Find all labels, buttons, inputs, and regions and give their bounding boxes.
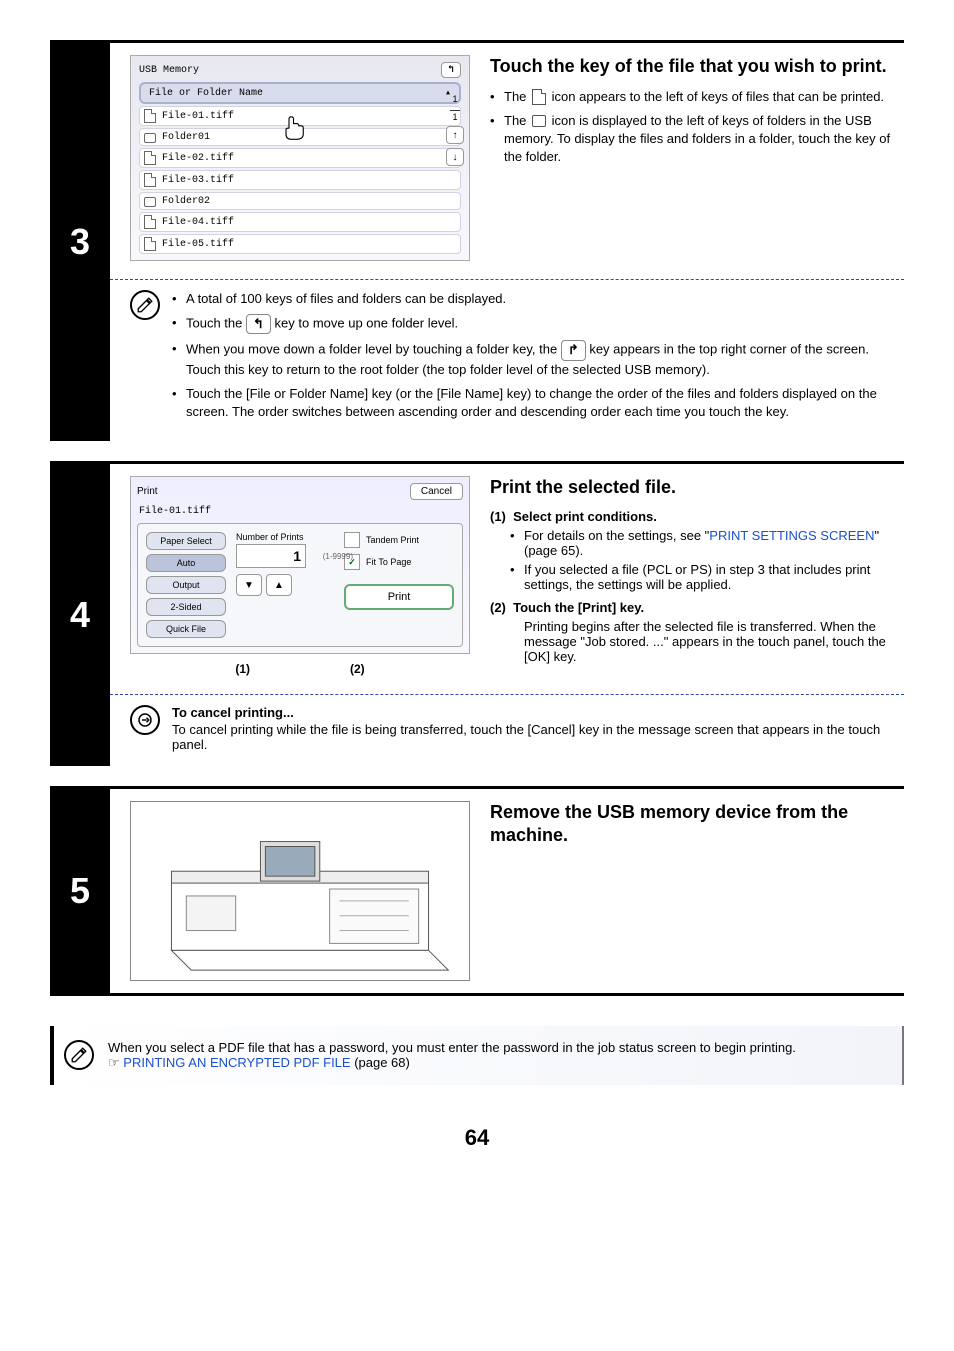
- document-icon: [144, 109, 156, 123]
- callout-1: (1): [235, 662, 250, 676]
- up-folder-key-icon: ↰: [246, 314, 271, 334]
- increment-button[interactable]: ▲: [266, 574, 292, 596]
- decrement-button[interactable]: ▼: [236, 574, 262, 596]
- paper-select-button[interactable]: Paper Select: [146, 532, 226, 550]
- usb-memory-screen: USB Memory ↰ File or Folder Name ▴ File-…: [130, 55, 470, 261]
- cancel-heading: To cancel printing...: [172, 705, 894, 720]
- step-4-row: 4 Print Cancel File-01.tiff Paper Select…: [50, 461, 904, 766]
- print-button[interactable]: Print: [344, 584, 454, 610]
- root-folder-key-icon: ↱: [561, 340, 586, 360]
- up-folder-button[interactable]: ↰: [441, 62, 461, 78]
- auto-indicator: Auto: [146, 554, 226, 572]
- step-number-4: 4: [50, 464, 110, 766]
- page-indicator-top: 1: [452, 94, 457, 104]
- encrypted-pdf-link[interactable]: PRINTING AN ENCRYPTED PDF FILE: [123, 1055, 350, 1070]
- step-3-row: 3 USB Memory ↰ File or Folder Name ▴ Fil…: [50, 40, 904, 441]
- tandem-print-label: Tandem Print: [366, 535, 419, 545]
- file-row[interactable]: File-04.tiff: [139, 212, 461, 232]
- file-header-bar[interactable]: File or Folder Name ▴: [139, 82, 461, 104]
- step4-cancel-note: To cancel printing... To cancel printing…: [110, 705, 904, 766]
- document-icon: [144, 173, 156, 187]
- step4-sub2: (2) Touch the [Print] key.: [490, 600, 894, 615]
- step4-sub1: (1) Select print conditions.: [490, 509, 894, 524]
- folder-icon: [144, 133, 156, 143]
- folder-icon: [144, 197, 156, 207]
- step3-bullet-2: The icon is displayed to the left of key…: [490, 112, 894, 167]
- step-number-3: 3: [50, 43, 110, 441]
- pencil-note-icon: [130, 290, 160, 320]
- quick-file-button[interactable]: Quick File: [146, 620, 226, 638]
- screen-title: USB Memory: [139, 65, 199, 76]
- print-settings-screen: Print Cancel File-01.tiff Paper Select A…: [130, 476, 470, 654]
- number-of-prints-value: 1 (1-9999): [236, 544, 306, 568]
- footer-line2: ☞ PRINTING AN ENCRYPTED PDF FILE (page 6…: [108, 1055, 886, 1071]
- two-sided-button[interactable]: 2-Sided: [146, 598, 226, 616]
- cancel-body: To cancel printing while the file is bei…: [172, 722, 894, 752]
- page-indicator-bottom: 1: [452, 112, 457, 122]
- machine-illustration: [130, 801, 470, 981]
- step3-note-1: A total of 100 keys of files and folders…: [172, 290, 894, 308]
- folder-row[interactable]: Folder01: [139, 128, 461, 146]
- number-range-label: (1-9999): [323, 552, 353, 561]
- folder-row[interactable]: Folder02: [139, 192, 461, 210]
- output-button[interactable]: Output: [146, 576, 226, 594]
- step3-note-4: Touch the [File or Folder Name] key (or …: [172, 385, 894, 421]
- document-icon: [144, 215, 156, 229]
- file-header-label: File or Folder Name: [149, 88, 445, 99]
- document-icon: [144, 151, 156, 165]
- callout-2: (2): [350, 662, 365, 676]
- tandem-print-checkbox[interactable]: [344, 532, 360, 548]
- step3-bullet-1: The icon appears to the left of keys of …: [490, 88, 894, 106]
- footer-note: When you select a PDF file that has a pa…: [50, 1026, 904, 1085]
- step-4-heading: Print the selected file.: [490, 476, 894, 499]
- page-number: 64: [50, 1125, 904, 1151]
- scroll-down-button[interactable]: ↓: [446, 148, 464, 166]
- file-row[interactable]: File-03.tiff: [139, 170, 461, 190]
- step-5-heading: Remove the USB memory device from the ma…: [490, 801, 894, 846]
- print-settings-link[interactable]: PRINT SETTINGS SCREEN: [709, 528, 874, 543]
- file-row[interactable]: File-02.tiff: [139, 148, 461, 168]
- step4-sub2-body: Printing begins after the selected file …: [490, 619, 894, 664]
- scroll-up-button[interactable]: ↑: [446, 126, 464, 144]
- dashed-separator: [110, 694, 904, 695]
- pointer-icon: ☞: [108, 1055, 120, 1070]
- print-filename: File-01.tiff: [137, 504, 463, 519]
- step-5-row: 5: [50, 786, 904, 996]
- document-icon: [144, 237, 156, 251]
- folder-icon: [532, 115, 546, 127]
- step4-sub1-bullet1: For details on the settings, see "PRINT …: [510, 528, 894, 558]
- print-screen-title: Print: [137, 486, 158, 497]
- document-icon: [532, 89, 546, 105]
- dashed-separator: [110, 279, 904, 280]
- step-number-5: 5: [50, 789, 110, 993]
- cancel-button[interactable]: Cancel: [410, 483, 463, 500]
- file-row[interactable]: File-01.tiff: [139, 106, 461, 126]
- file-row[interactable]: File-05.tiff: [139, 234, 461, 254]
- step-3-heading: Touch the key of the file that you wish …: [490, 55, 894, 78]
- footer-line1: When you select a PDF file that has a pa…: [108, 1040, 886, 1055]
- fit-to-page-label: Fit To Page: [366, 557, 411, 567]
- stop-note-icon: [130, 705, 160, 735]
- pencil-note-icon: [64, 1040, 94, 1070]
- step3-note-2: Touch the ↰ key to move up one folder le…: [172, 314, 894, 334]
- number-of-prints-label: Number of Prints: [236, 532, 334, 542]
- step4-sub1-bullet2: If you selected a file (PCL or PS) in st…: [510, 562, 894, 592]
- step3-note-3: When you move down a folder level by tou…: [172, 340, 894, 378]
- step3-note-block: A total of 100 keys of files and folders…: [110, 290, 904, 441]
